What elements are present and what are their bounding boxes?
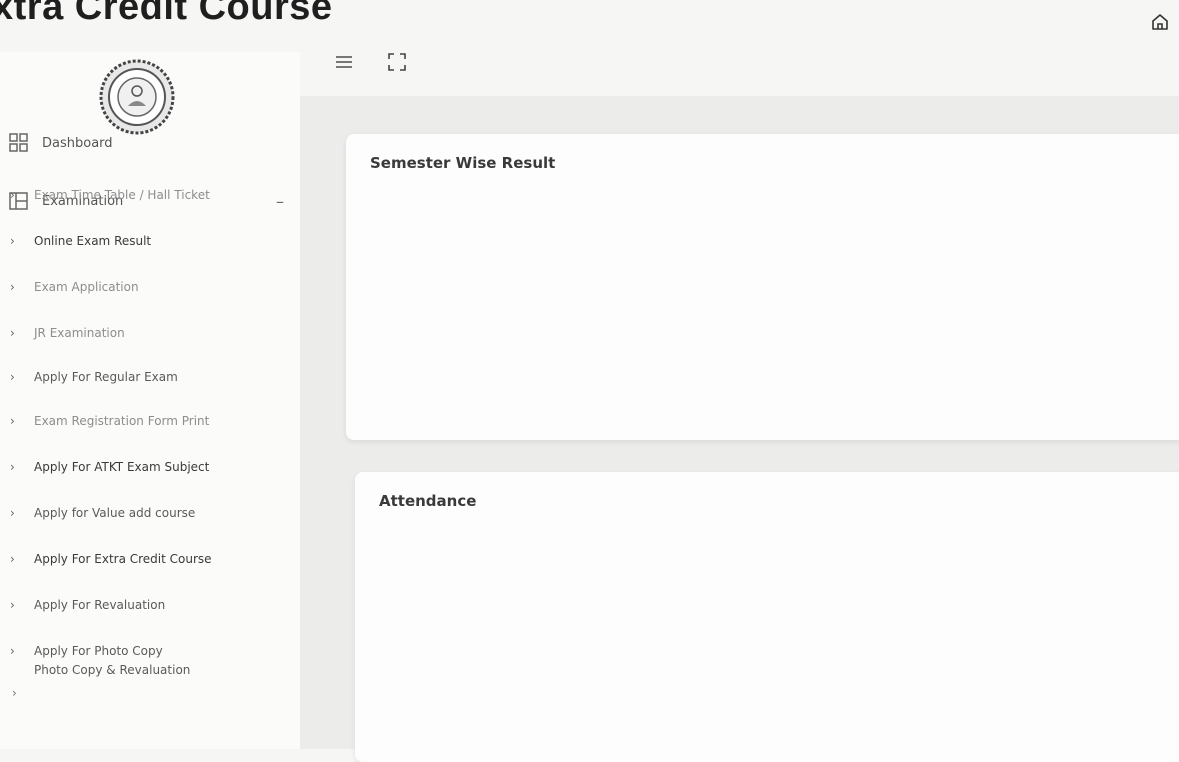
semester-wise-result-card: Semester Wise Result — [346, 134, 1179, 440]
submenu-item-exam-application[interactable]: › Exam Application — [10, 280, 139, 294]
submenu-item-exam-registration-form-print[interactable]: › Exam Registration Form Print — [10, 414, 209, 428]
chevron-right-icon: › — [10, 414, 15, 428]
chevron-right-icon: › — [10, 370, 15, 384]
hamburger-menu-icon[interactable] — [336, 56, 352, 68]
submenu-item-label: Apply for Value add course — [34, 506, 196, 520]
submenu-item-label: Apply For Photo Copy Photo Copy & Revalu… — [34, 644, 190, 677]
submenu-item-label: Apply For Regular Exam — [34, 370, 178, 384]
submenu-item-apply-photo-copy[interactable]: › Apply For Photo Copy Photo Copy & Reva… — [10, 644, 190, 677]
chevron-right-icon: › — [10, 280, 15, 294]
submenu-item-label-line2: Photo Copy & Revaluation — [34, 663, 191, 677]
chevron-right-icon: › — [10, 188, 15, 202]
submenu-item-label: Exam Time Table / Hall Ticket — [34, 188, 210, 202]
submenu-item-label: Exam Registration Form Print — [34, 414, 210, 428]
attendance-card: Attendance — [355, 472, 1179, 762]
submenu-item-label: Apply For Extra Credit Course — [34, 552, 212, 566]
card-title: Semester Wise Result — [370, 154, 556, 172]
submenu-item-online-exam-result[interactable]: › Online Exam Result — [10, 234, 151, 248]
collapse-icon[interactable]: – — [276, 192, 284, 211]
page-title: xtra Credit Course — [0, 0, 333, 28]
chevron-right-icon: › — [10, 598, 15, 612]
chevron-right-icon: › — [10, 460, 15, 474]
chevron-right-icon: › — [10, 234, 15, 248]
submenu-item-label: JR Examination — [34, 326, 125, 340]
submenu-item-label: Apply For Revaluation — [34, 598, 166, 612]
dashboard-grid-icon — [9, 133, 28, 152]
home-icon[interactable] — [1150, 12, 1170, 32]
submenu-item-apply-extra-credit-course[interactable]: › Apply For Extra Credit Course — [10, 552, 212, 566]
chevron-right-icon: › — [10, 644, 15, 658]
fullscreen-icon[interactable] — [387, 52, 407, 72]
university-seal-logo[interactable] — [98, 58, 176, 136]
chevron-right-icon[interactable]: › — [12, 686, 17, 700]
submenu-item-exam-time-table[interactable]: › Exam Time Table / Hall Ticket — [10, 188, 210, 202]
submenu-item-label-line1: Apply For Photo Copy — [34, 644, 163, 658]
submenu-item-label: Online Exam Result — [34, 234, 152, 248]
chevron-right-icon: › — [10, 552, 15, 566]
chevron-right-icon: › — [10, 326, 15, 340]
submenu-item-apply-revaluation[interactable]: › Apply For Revaluation — [10, 598, 165, 612]
chevron-right-icon: › — [10, 506, 15, 520]
submenu-item-apply-value-add-course[interactable]: › Apply for Value add course — [10, 506, 195, 520]
submenu-item-label: Exam Application — [34, 280, 139, 294]
submenu-item-jr-examination[interactable]: › JR Examination — [10, 326, 125, 340]
card-title: Attendance — [379, 492, 477, 510]
submenu-item-label: Apply For ATKT Exam Subject — [34, 460, 210, 474]
sidebar-item-dashboard[interactable]: Dashboard — [8, 132, 113, 154]
sidebar-item-label: Dashboard — [42, 135, 113, 151]
submenu-item-apply-atkt-exam-subject[interactable]: › Apply For ATKT Exam Subject — [10, 460, 209, 474]
submenu-item-apply-regular-exam[interactable]: › Apply For Regular Exam — [10, 370, 178, 384]
